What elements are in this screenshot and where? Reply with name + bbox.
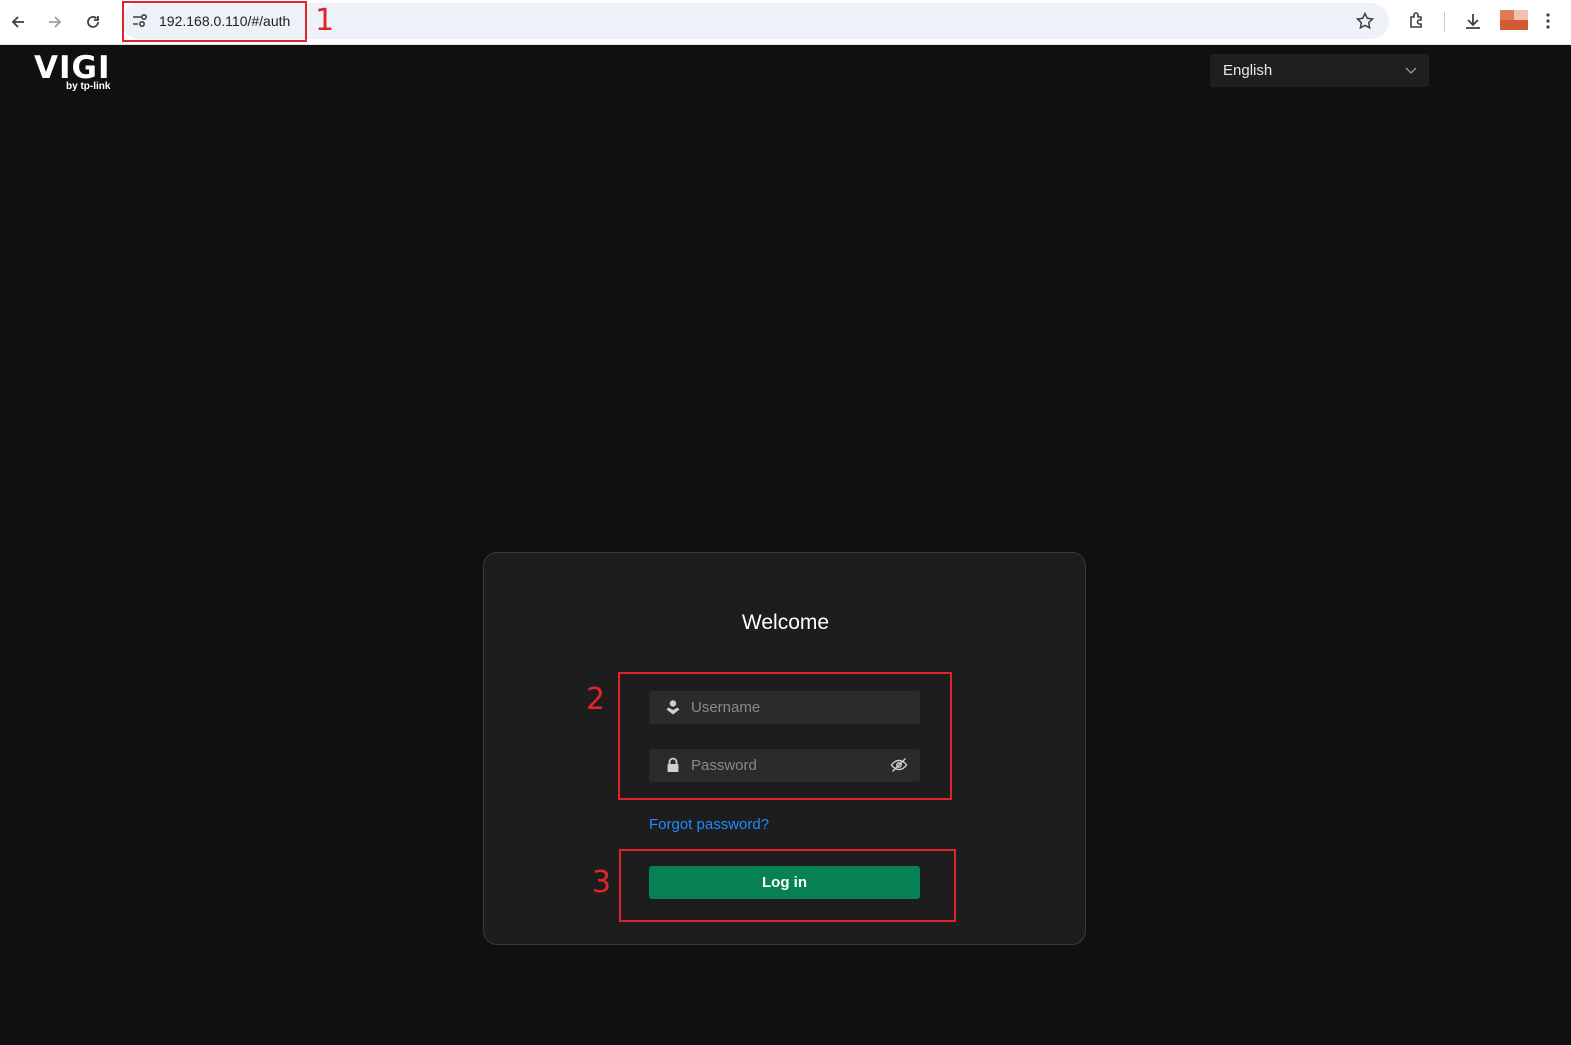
download-button[interactable] (1462, 10, 1484, 32)
username-placeholder: Username (691, 699, 761, 716)
avatar-block (1500, 20, 1528, 30)
reload-button[interactable] (81, 10, 105, 34)
reload-icon (87, 16, 99, 28)
login-title: Welcome (741, 611, 830, 634)
eye-off-icon[interactable] (890, 757, 908, 773)
password-placeholder: Password (691, 757, 757, 774)
address-bar[interactable]: 192.168.0.110/#/auth (121, 3, 1389, 39)
bookmark-star-icon[interactable] (1355, 11, 1375, 31)
download-icon (1466, 14, 1480, 29)
annotation-number-3: 3 (592, 865, 612, 900)
forward-arrow-icon (49, 16, 62, 28)
password-field[interactable]: Password (649, 749, 920, 782)
profile-avatar[interactable] (1500, 10, 1528, 30)
user-icon (666, 700, 680, 715)
forgot-password-link[interactable]: Forgot password? (649, 816, 769, 833)
login-button[interactable]: Log in (649, 866, 920, 899)
avatar-block (1500, 10, 1514, 20)
lock-icon (667, 757, 679, 772)
extensions-icon (1410, 12, 1422, 28)
avatar-block (1514, 10, 1528, 20)
extensions-button[interactable] (1406, 10, 1428, 32)
annotation-number-1: 1 (315, 3, 335, 38)
url-text[interactable]: 192.168.0.110/#/auth (159, 12, 290, 30)
annotation-number-2: 2 (586, 682, 606, 717)
logo-text: VIGI (34, 50, 111, 86)
language-value: English (1223, 62, 1273, 79)
toolbar-divider (1444, 12, 1445, 32)
login-card: Welcome Username Password Forgot passwor… (483, 552, 1086, 945)
vigi-logo: VIGI by tp-link (34, 52, 118, 94)
username-field[interactable]: Username (649, 691, 920, 724)
chevron-down-icon (1405, 67, 1417, 74)
language-select[interactable]: English (1210, 54, 1429, 87)
more-menu-icon (1546, 13, 1550, 29)
site-info-icon[interactable] (131, 12, 149, 30)
logo-subtext: by tp-link (66, 81, 111, 92)
browser-toolbar: 192.168.0.110/#/auth (0, 0, 1571, 45)
more-menu-button[interactable] (1538, 10, 1558, 32)
forward-button[interactable] (43, 10, 67, 34)
back-arrow-icon (11, 16, 24, 28)
back-button[interactable] (6, 10, 30, 34)
